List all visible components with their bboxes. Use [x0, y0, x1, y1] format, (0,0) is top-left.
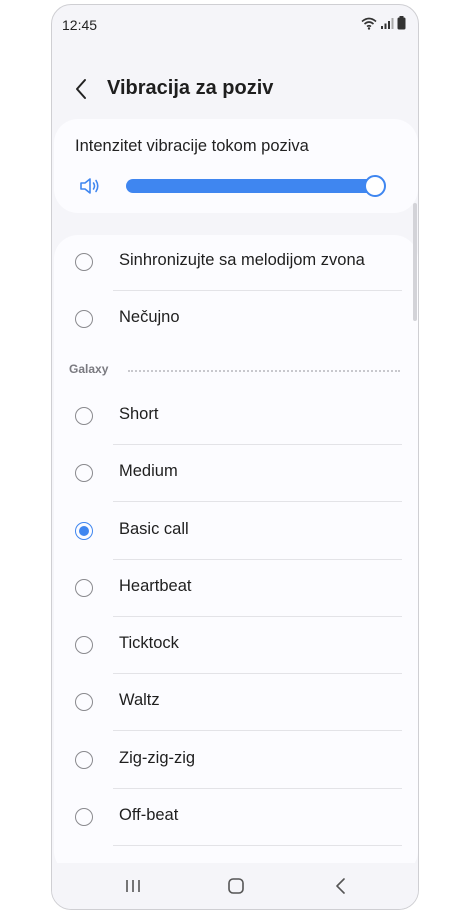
- option-silent[interactable]: Nečujno: [54, 292, 418, 348]
- option-heartbeat[interactable]: Heartbeat: [54, 561, 418, 617]
- section-header-galaxy: Galaxy: [54, 356, 418, 386]
- radio-button[interactable]: [75, 407, 93, 425]
- option-sync-ringtone[interactable]: Sinhronizujte sa melodijom zvona: [54, 235, 418, 291]
- status-time: 12:45: [62, 17, 98, 33]
- option-label: Waltz: [119, 691, 160, 709]
- radio-button[interactable]: [75, 579, 93, 597]
- divider: [113, 730, 402, 731]
- divider: [113, 559, 402, 560]
- divider: [113, 290, 402, 291]
- intensity-slider-track[interactable]: [126, 179, 376, 193]
- section-label: Galaxy: [69, 362, 109, 376]
- divider: [113, 788, 402, 789]
- radio-button[interactable]: [75, 636, 93, 654]
- option-zig-zig-zig[interactable]: Zig-zig-zig: [54, 733, 418, 789]
- divider: [113, 501, 402, 502]
- radio-button[interactable]: [75, 693, 93, 711]
- page-title: Vibracija za poziv: [107, 77, 274, 99]
- radio-button[interactable]: [75, 808, 93, 826]
- option-label: Basic call: [119, 520, 189, 538]
- radio-button[interactable]: [75, 253, 93, 271]
- back-nav-icon[interactable]: [328, 873, 354, 899]
- phone-frame: 12:45 Vibracija za poziv Intenzitet vibr…: [51, 4, 419, 910]
- status-icons: [361, 16, 406, 30]
- back-arrow-icon[interactable]: [70, 77, 94, 101]
- option-basic-call[interactable]: Basic call: [54, 504, 418, 560]
- navigation-bar: [52, 863, 418, 909]
- option-ticktock[interactable]: Ticktock: [54, 618, 418, 674]
- radio-button[interactable]: [75, 751, 93, 769]
- divider: [113, 673, 402, 674]
- scrollbar[interactable]: [413, 203, 417, 321]
- intensity-card: Intenzitet vibracije tokom poziva: [54, 119, 418, 213]
- battery-icon: [397, 16, 406, 30]
- option-label: Zig-zig-zig: [119, 749, 196, 767]
- option-label: Heartbeat: [119, 577, 192, 595]
- option-label: Medium: [119, 462, 178, 480]
- volume-icon: [80, 178, 99, 194]
- radio-button[interactable]: [75, 464, 93, 482]
- divider: [113, 444, 402, 445]
- option-label: Ticktock: [119, 634, 179, 652]
- option-waltz[interactable]: Waltz: [54, 675, 418, 731]
- signal-icon: [381, 17, 394, 29]
- wifi-icon: [361, 17, 377, 30]
- option-label: Nečujno: [119, 308, 180, 326]
- intensity-label: Intenzitet vibracije tokom poziva: [75, 137, 309, 155]
- divider: [113, 845, 402, 846]
- option-label: Short: [119, 405, 159, 423]
- status-bar: 12:45: [52, 5, 418, 45]
- option-medium[interactable]: Medium: [54, 446, 418, 502]
- intensity-slider-thumb[interactable]: [364, 175, 386, 197]
- header: Vibracija za poziv: [52, 67, 418, 115]
- recents-icon[interactable]: [120, 873, 146, 899]
- radio-button-selected[interactable]: [75, 522, 93, 540]
- divider: [113, 616, 402, 617]
- home-icon[interactable]: [223, 873, 249, 899]
- pattern-list-card: Sinhronizujte sa melodijom zvona Nečujno…: [54, 235, 418, 875]
- section-divider: [128, 370, 400, 372]
- option-label: Sinhronizujte sa melodijom zvona: [119, 251, 365, 269]
- option-off-beat[interactable]: Off-beat: [54, 790, 418, 846]
- option-short[interactable]: Short: [54, 389, 418, 445]
- radio-button[interactable]: [75, 310, 93, 328]
- option-label: Off-beat: [119, 806, 179, 824]
